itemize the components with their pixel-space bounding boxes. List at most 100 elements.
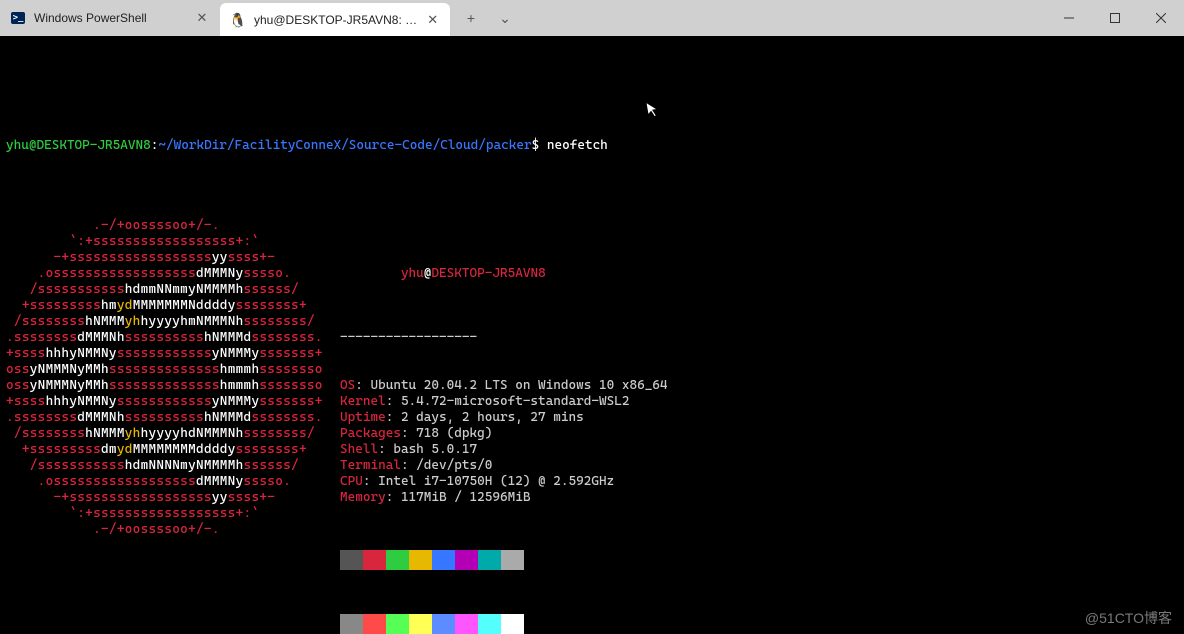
neofetch-info-line: Uptime: 2 days, 2 hours, 27 mins	[340, 410, 1178, 426]
logo-line: .ssssssssdMMMNhsssssssssshNMMMdssssssss.	[6, 410, 316, 426]
info-value: 2 days, 2 hours, 27 mins	[401, 410, 584, 425]
color-swatch	[432, 614, 455, 634]
color-swatch	[478, 614, 501, 634]
logo-line: ossyNMMMNyMMhsssssssssssssshmmmhssssssso	[6, 362, 316, 378]
logo-line: .ossssssssssssssssssdMMMNysssso.	[6, 474, 316, 490]
plus-icon: +	[467, 10, 475, 26]
color-swatch	[340, 550, 363, 570]
logo-line: +sssshhhyNMMNyssssssssssssyNMMMysssssss+	[6, 346, 316, 362]
info-value: Ubuntu 20.04.2 LTS on Windows 10 x86_64	[370, 378, 667, 393]
new-tab-button[interactable]: +	[456, 3, 486, 33]
tab-title: yhu@DESKTOP-JR5AVN8: ~/Wo	[254, 13, 417, 27]
tab-close-button[interactable]: ✕	[425, 12, 440, 28]
neofetch-header: yhu@DESKTOP-JR5AVN8	[340, 250, 1178, 298]
logo-line: +sssssssssdmydMMMMMMMMddddyssssssss+	[6, 442, 316, 458]
logo-line: .ossssssssssssssssssdMMMNysssso.	[6, 266, 316, 282]
color-swatch	[478, 550, 501, 570]
color-swatch	[363, 614, 386, 634]
tab-close-button[interactable]: ✕	[194, 10, 210, 26]
minimize-button[interactable]	[1046, 0, 1092, 36]
color-swatch	[501, 614, 524, 634]
neofetch-info-line: OS: Ubuntu 20.04.2 LTS on Windows 10 x86…	[340, 378, 1178, 394]
titlebar-drag-region[interactable]	[520, 0, 1046, 36]
color-swatch	[432, 550, 455, 570]
color-swatch	[409, 614, 432, 634]
info-value: 5.4.72-microsoft-standard-WSL2	[401, 394, 630, 409]
color-swatch	[386, 550, 409, 570]
logo-line: `:+ssssssssssssssssss+:`	[6, 506, 316, 522]
neofetch-user: yhu	[401, 266, 424, 281]
color-swatch	[409, 550, 432, 570]
info-key: Packages	[340, 426, 401, 441]
command-text: neofetch	[547, 138, 608, 154]
info-key: Terminal	[340, 458, 401, 473]
tab-strip: >_ Windows PowerShell ✕ 🐧 yhu@DESKTOP-JR…	[0, 0, 450, 36]
ansi-color-swatches-normal	[340, 550, 1178, 570]
color-swatch	[363, 550, 386, 570]
watermark-text: @51CTO博客	[1085, 610, 1172, 626]
color-swatch	[386, 614, 409, 634]
tux-icon: 🐧	[230, 12, 246, 28]
color-swatch	[455, 614, 478, 634]
tab-powershell[interactable]: >_ Windows PowerShell ✕	[0, 0, 220, 36]
neofetch-info-line: Terminal: /dev/pts/0	[340, 458, 1178, 474]
maximize-button[interactable]	[1092, 0, 1138, 36]
maximize-icon	[1110, 13, 1120, 23]
logo-line: /ssssssssssshdmNNNNmyNMMMMhssssss/	[6, 458, 316, 474]
logo-line: /ssssssssssshdmmNNmmyNMMMMhssssss/	[6, 282, 316, 298]
info-key: OS	[340, 378, 355, 393]
info-key: Shell	[340, 442, 378, 457]
tab-dropdown-button[interactable]: ⌄	[490, 3, 520, 33]
chevron-down-icon: ⌄	[499, 10, 511, 27]
neofetch-info-line: Shell: bash 5.0.17	[340, 442, 1178, 458]
neofetch-logo: .-/+oossssoo+/-. `:+ssssssssssssssssss+:…	[6, 218, 316, 634]
logo-line: -+ssssssssssssssssssyyssss+-	[6, 490, 316, 506]
window-controls	[1046, 0, 1184, 36]
neofetch-info: yhu@DESKTOP-JR5AVN8 ------------------ O…	[340, 218, 1178, 634]
color-swatch	[340, 614, 363, 634]
ansi-color-swatches-bright	[340, 614, 1178, 634]
logo-line: +ssssssssshmydMMMMMMMNddddyssssssss+	[6, 298, 316, 314]
info-value: 117MiB / 12596MiB	[401, 490, 531, 505]
color-swatch	[455, 550, 478, 570]
tab-title: Windows PowerShell	[34, 11, 186, 25]
logo-line: `:+ssssssssssssssssss+:`	[6, 234, 316, 250]
info-value: Intel i7-10750H (12) @ 2.592GHz	[378, 474, 614, 489]
color-swatch	[501, 550, 524, 570]
info-value: /dev/pts/0	[416, 458, 492, 473]
info-value: bash 5.0.17	[393, 442, 477, 457]
logo-line: -+ssssssssssssssssssyyssss+-	[6, 250, 316, 266]
logo-line: .-/+oossssoo+/-.	[6, 522, 316, 538]
minimize-icon	[1064, 13, 1074, 23]
prompt-userhost: yhu@DESKTOP-JR5AVN8	[6, 138, 151, 154]
logo-line: .ssssssssdMMMNhsssssssssshNMMMdssssssss.	[6, 330, 316, 346]
prompt-colon: :	[151, 138, 159, 154]
info-key: Uptime	[340, 410, 386, 425]
info-key: Memory	[340, 490, 386, 505]
prompt-symbol: $	[532, 138, 540, 154]
neofetch-info-line: Memory: 117MiB / 12596MiB	[340, 490, 1178, 506]
tab-actions: + ⌄	[450, 0, 520, 36]
info-value: 718 (dpkg)	[416, 426, 492, 441]
title-bar: >_ Windows PowerShell ✕ 🐧 yhu@DESKTOP-JR…	[0, 0, 1184, 36]
logo-line: /sssssssshNMMMyhhyyyyhdNMMMNhssssssss/	[6, 426, 316, 442]
info-key: Kernel	[340, 394, 386, 409]
neofetch-info-line: Kernel: 5.4.72-microsoft-standard-WSL2	[340, 394, 1178, 410]
neofetch-info-line: Packages: 718 (dpkg)	[340, 426, 1178, 442]
prompt-path: ~/WorkDir/FacilityConneX/Source-Code/Clo…	[158, 138, 531, 154]
logo-line: +sssshhhyNMMNyssssssssssssyNMMMysssssss+	[6, 394, 316, 410]
logo-line: .-/+oossssoo+/-.	[6, 218, 316, 234]
logo-line: ossyNMMMNyMMhsssssssssssssshmmmhssssssso	[6, 378, 316, 394]
info-key: CPU	[340, 474, 363, 489]
neofetch-separator: ------------------	[340, 330, 1178, 346]
tab-wsl-ubuntu[interactable]: 🐧 yhu@DESKTOP-JR5AVN8: ~/Wo ✕	[220, 3, 450, 36]
neofetch-info-line: CPU: Intel i7-10750H (12) @ 2.592GHz	[340, 474, 1178, 490]
neofetch-output: .-/+oossssoo+/-. `:+ssssssssssssssssss+:…	[6, 218, 1178, 634]
close-window-button[interactable]	[1138, 0, 1184, 36]
logo-line: /sssssssshNMMMyhhyyyyhmNMMMNhssssssss/	[6, 314, 316, 330]
terminal-pane[interactable]: yhu@DESKTOP-JR5AVN8:~/WorkDir/FacilityCo…	[0, 36, 1184, 634]
neofetch-host: DESKTOP-JR5AVN8	[431, 266, 545, 281]
close-icon	[1156, 13, 1166, 23]
powershell-icon: >_	[10, 10, 26, 26]
prompt-line: yhu@DESKTOP-JR5AVN8:~/WorkDir/FacilityCo…	[6, 138, 1178, 154]
